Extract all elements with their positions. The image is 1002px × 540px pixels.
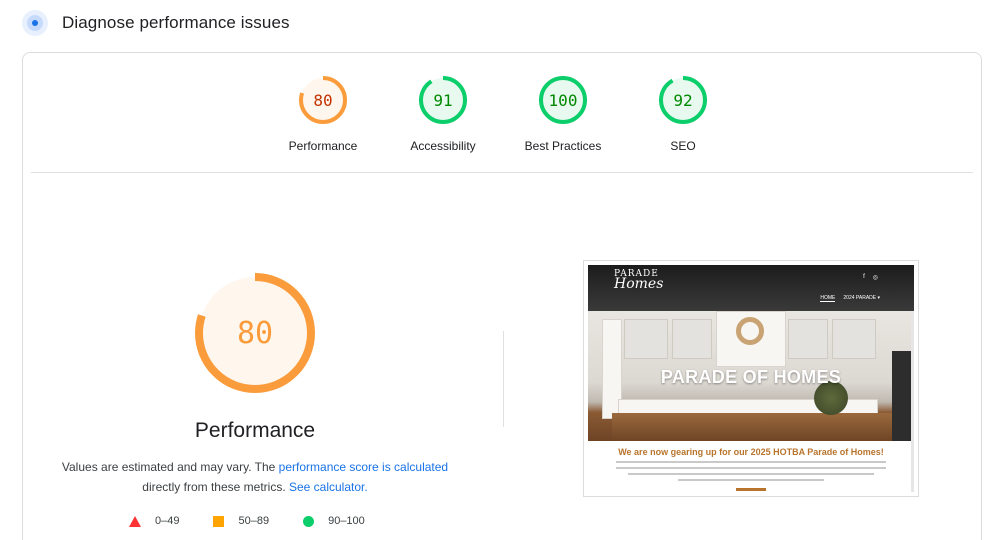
legend-range: 0–49 [155,515,180,527]
gauge-accessibility[interactable]: 91 Accessibility [383,75,503,153]
hero-title: PARADE OF HOMES [660,367,842,387]
final-screenshot: PARADE OF HOMES PARADE Homes f ◎ HOME 20… [583,260,919,497]
site-nav: PARADE Homes f ◎ HOME 2024 PARADE ▾ [588,265,914,311]
category-gauges: 80 Performance 91 Accessibility 100 Best Prac… [263,75,743,153]
gauge-ring: 80 [298,75,348,125]
gauge-label: Accessibility [410,139,476,153]
legend-average: 50–89 [213,515,269,527]
text-line [678,479,824,481]
gauge-seo[interactable]: 92 SEO [623,75,743,153]
square-icon [213,515,225,527]
performance-score-large: 80 [236,315,274,351]
legend-range: 50–89 [238,515,270,527]
gauge-performance[interactable]: 80 Performance [263,75,383,153]
gauge-label: Performance [288,139,358,153]
triangle-icon [129,515,141,527]
score-description: Values are estimated and may vary. The p… [55,457,455,497]
announcement-band: We are now gearing up for our 2025 HOTBA… [588,441,914,492]
score-legend: 0–49 50–89 90–100 [129,515,399,527]
circle-icon [303,515,315,527]
social-icons: f ◎ [863,274,878,281]
text-line [616,467,886,469]
gauge-ring: 91 [418,75,468,125]
gauge-score: 91 [433,90,453,110]
report-card: 80 Performance 91 Accessibility 100 Best Prac… [22,52,982,540]
lighthouse-icon [22,10,48,36]
desc-text: Values are estimated and may vary. The [61,460,279,474]
section-header: Diagnose performance issues [22,10,290,36]
legend-range: 90–100 [328,515,365,527]
gauge-ring: 92 [658,75,708,125]
see-calculator-link[interactable]: See calculator. [289,480,368,494]
section-title: Diagnose performance issues [62,13,290,32]
hero-image: PARADE OF HOMES [588,311,914,441]
performance-gauge-large: 80 [195,273,315,393]
gauge-score: 80 [313,90,333,110]
legend-fail: 0–49 [129,515,179,527]
scrollbar [911,311,914,492]
gauge-label: SEO [670,139,696,153]
text-line [616,461,886,463]
desc-text-2: directly from these metrics. [142,480,289,494]
band-button [736,488,766,491]
performance-score-link[interactable]: performance score is calculated [279,460,448,474]
facebook-icon: f [863,274,865,280]
gauge-ring: 100 [538,75,588,125]
menu-parade: 2024 PARADE ▾ [843,295,880,301]
text-line [628,473,874,475]
gauge-score: 100 [548,90,578,110]
performance-title: Performance [194,419,316,442]
menu-home: HOME [820,295,836,302]
gauge-best-practices[interactable]: 100 Best Practices [503,75,623,153]
gauge-score: 92 [673,90,693,110]
vertical-divider [503,331,504,427]
site-menu: HOME 2024 PARADE ▾ [820,295,880,302]
legend-pass: 90–100 [303,515,365,527]
site-logo: PARADE Homes [614,269,664,292]
wreath-decoration [736,317,764,345]
instagram-icon: ◎ [872,275,878,281]
kitchen-island [612,413,892,441]
divider [31,172,973,173]
announcement-title: We are now gearing up for our 2025 HOTBA… [618,447,884,457]
gauge-label: Best Practices [524,139,602,153]
